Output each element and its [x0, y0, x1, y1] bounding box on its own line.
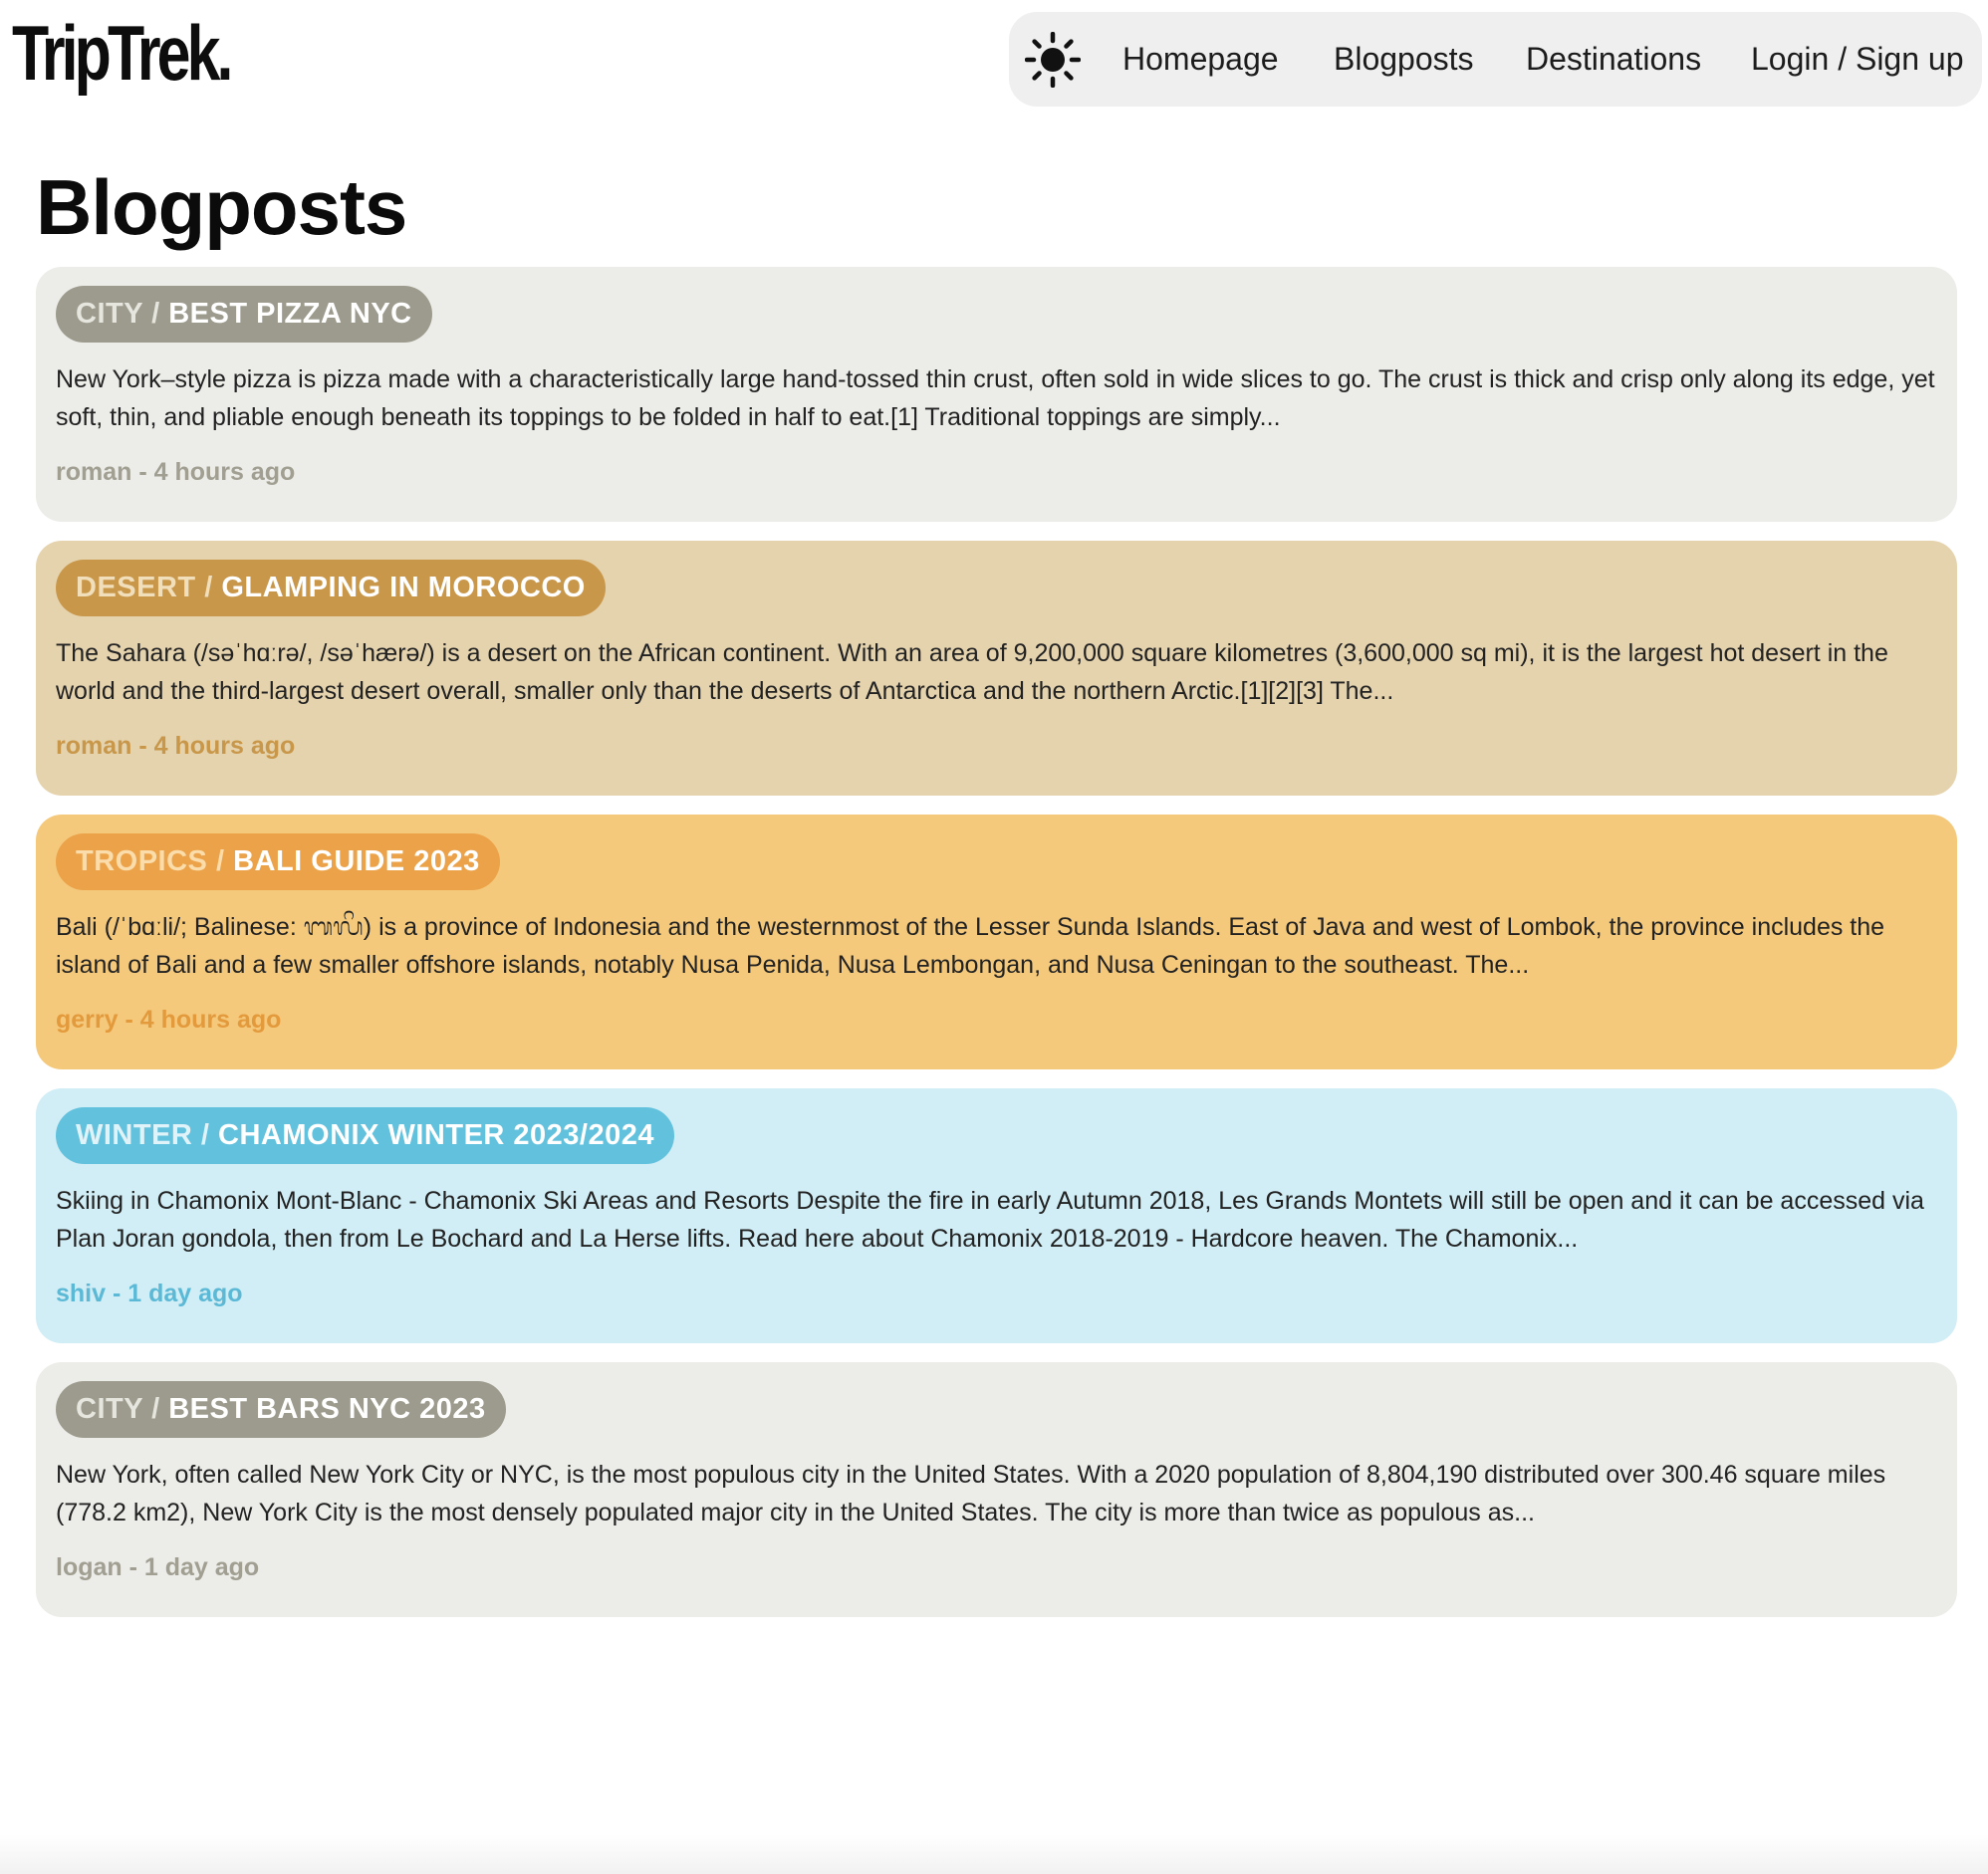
blogpost-card[interactable]: DESERT / GLAMPING IN MOROCCO The Sahara … [36, 541, 1957, 796]
separator: / [142, 298, 169, 330]
separator: / [195, 572, 222, 603]
post-excerpt: Skiing in Chamonix Mont-Blanc - Chamonix… [56, 1187, 1924, 1253]
post-title: BEST BARS NYC 2023 [168, 1393, 486, 1425]
blogpost-card[interactable]: TROPICS / BALI GUIDE 2023 Bali (/ˈbɑːli/… [36, 815, 1957, 1069]
post-excerpt: The Sahara (/səˈhɑːrə/, /səˈhærə/) is a … [56, 639, 1888, 705]
blogpost-card[interactable]: CITY / BEST BARS NYC 2023 New York, ofte… [36, 1362, 1957, 1617]
blogpost-card[interactable]: CITY / BEST PIZZA NYC New York–style piz… [36, 267, 1957, 522]
category-title-pill[interactable]: WINTER / CHAMONIX WINTER 2023/2024 [56, 1107, 675, 1164]
post-author-time: roman - 4 hours ago [56, 458, 296, 486]
post-author-time: roman - 4 hours ago [56, 732, 296, 760]
blogpost-list: CITY / BEST PIZZA NYC New York–style piz… [36, 267, 1957, 1636]
nav-destinations-link[interactable]: Destinations [1526, 12, 1701, 107]
post-excerpt: Bali (/ˈbɑːli/; Balinese: ᬩᬮᬶ) is a prov… [56, 913, 1885, 979]
separator: / [207, 845, 234, 877]
post-title: BALI GUIDE 2023 [233, 845, 480, 877]
post-author-time: logan - 1 day ago [56, 1553, 260, 1581]
triptrek-logo[interactable]: TripTrek. [12, 14, 233, 92]
top-navigation: Homepage Blogposts Destinations Login / … [1009, 12, 1982, 107]
page-title: Blogposts [36, 163, 407, 251]
nav-login-signup-link[interactable]: Login / Sign up [1751, 12, 1964, 107]
category-label: CITY [76, 1393, 143, 1425]
bottom-fade [0, 1834, 1988, 1874]
category-title-pill[interactable]: CITY / BEST BARS NYC 2023 [56, 1381, 506, 1438]
blogpost-card[interactable]: WINTER / CHAMONIX WINTER 2023/2024 Skiin… [36, 1088, 1957, 1343]
category-label: TROPICS [76, 845, 208, 877]
separator: / [192, 1119, 219, 1151]
category-title-pill[interactable]: TROPICS / BALI GUIDE 2023 [56, 833, 500, 890]
separator: / [142, 1393, 169, 1425]
post-title: BEST PIZZA NYC [168, 298, 412, 330]
post-excerpt: New York, often called New York City or … [56, 1461, 1886, 1526]
nav-blogposts-link[interactable]: Blogposts [1334, 12, 1474, 107]
category-label: WINTER [76, 1119, 193, 1151]
post-author-time: shiv - 1 day ago [56, 1280, 243, 1307]
post-title: CHAMONIX WINTER 2023/2024 [218, 1119, 655, 1151]
post-title: GLAMPING IN MOROCCO [221, 572, 586, 603]
category-title-pill[interactable]: CITY / BEST PIZZA NYC [56, 286, 432, 343]
category-title-pill[interactable]: DESERT / GLAMPING IN MOROCCO [56, 560, 606, 616]
category-label: DESERT [76, 572, 196, 603]
post-excerpt: New York–style pizza is pizza made with … [56, 365, 1935, 431]
category-label: CITY [76, 298, 143, 330]
post-author-time: gerry - 4 hours ago [56, 1006, 282, 1034]
sun-icon[interactable] [1024, 31, 1082, 89]
nav-homepage-link[interactable]: Homepage [1122, 12, 1279, 107]
